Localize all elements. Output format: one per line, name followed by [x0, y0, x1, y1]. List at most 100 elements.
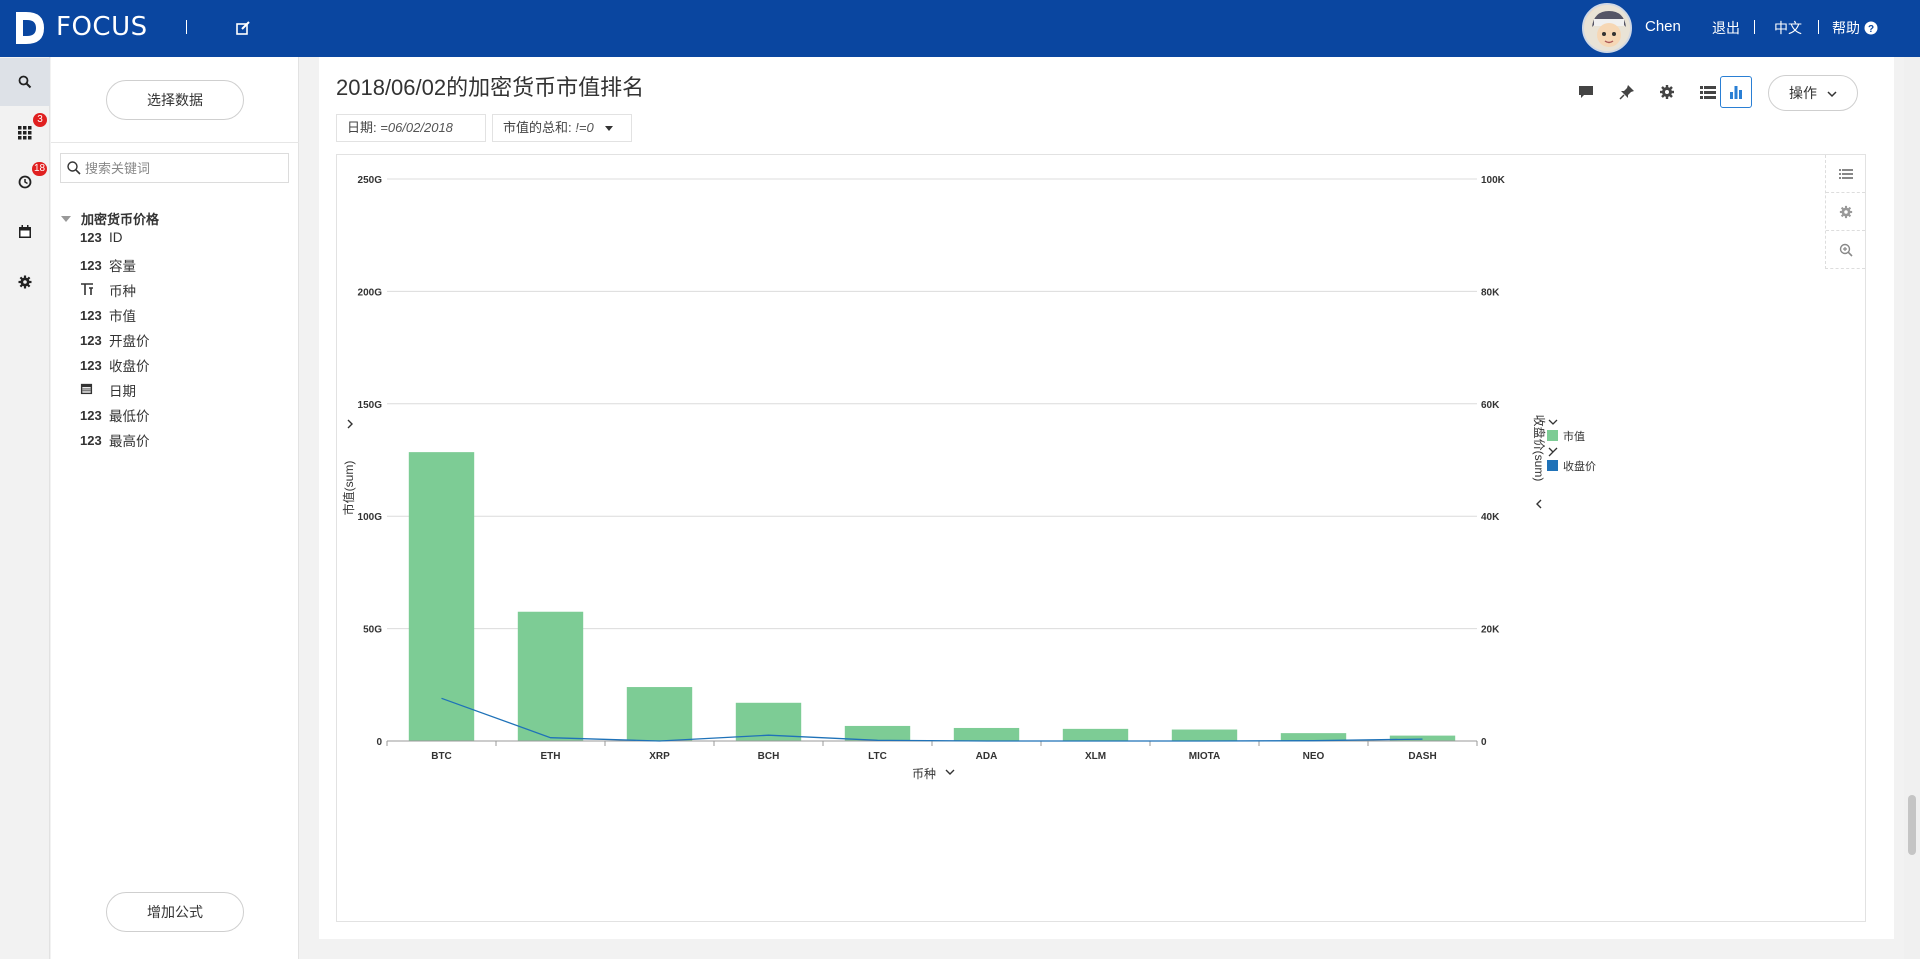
language-link[interactable]: 中文 — [1774, 18, 1802, 38]
x-tick-label: MIOTA — [1189, 751, 1220, 762]
field-label: 收盘价 — [109, 359, 150, 374]
help-label: 帮助 — [1832, 20, 1860, 36]
legend-swatch-close-price — [1547, 460, 1558, 471]
number-type-icon: 123 — [80, 432, 102, 448]
bar-eth — [517, 611, 584, 741]
x-tick-label: ADA — [976, 751, 998, 762]
zoom-button[interactable] — [1826, 231, 1865, 269]
gear-icon — [1660, 85, 1674, 99]
tree-root-crypto-price[interactable]: 加密货币价格 — [61, 209, 159, 228]
gear-icon — [18, 275, 32, 289]
comment-button[interactable] — [1572, 78, 1600, 106]
y-tick-label: 200G — [358, 287, 383, 298]
number-type-icon: 123 — [80, 230, 102, 245]
bar-dash — [1389, 735, 1456, 741]
clock-icon — [18, 175, 32, 189]
field-volume[interactable]: 123 容量 — [80, 255, 136, 275]
apps-nav[interactable]: 3 — [0, 109, 50, 157]
legend-chevron-icon — [1548, 419, 1558, 425]
x-tick-label: DASH — [1408, 751, 1436, 762]
chart-view-button[interactable] — [1720, 76, 1752, 108]
y-tick-label: 100G — [358, 512, 383, 523]
calendar-nav[interactable] — [0, 208, 50, 256]
history-nav[interactable]: 18 — [0, 158, 50, 206]
divider — [51, 142, 299, 143]
focus-logo-icon — [16, 12, 44, 44]
field-low-price[interactable]: 123 最低价 — [80, 405, 150, 425]
legend-label: 市值 — [1563, 429, 1585, 443]
x-tick-label: BCH — [758, 751, 780, 762]
bar-chart-icon — [1730, 86, 1742, 99]
y-tick-label: 0 — [376, 737, 382, 748]
topbar-divider — [186, 20, 187, 34]
y-tick-label: 250G — [358, 175, 383, 186]
field-currency[interactable]: 币种 — [80, 280, 136, 300]
scrollbar-thumb[interactable] — [1908, 795, 1916, 855]
filter-value: !=0 — [575, 120, 594, 135]
market-cap-filter-chip[interactable]: 市值的总和: !=0 — [492, 114, 632, 142]
apps-badge: 3 — [33, 113, 47, 127]
settings-button[interactable] — [1653, 78, 1681, 106]
keyword-search[interactable] — [60, 153, 289, 183]
search-icon — [18, 75, 32, 89]
top-bar: FOCUS Chen 退出 中文 帮助 ? — [0, 0, 1920, 57]
settings-nav[interactable] — [0, 258, 50, 306]
field-label: 最高价 — [109, 434, 150, 449]
operate-button[interactable]: 操作 — [1768, 75, 1858, 111]
bar-ada — [953, 727, 1020, 741]
select-data-button[interactable]: 选择数据 — [106, 80, 244, 120]
y2-tick-label: 100K — [1481, 175, 1506, 186]
close-price-line — [441, 697, 1423, 742]
field-id[interactable]: 123 ID — [80, 230, 123, 245]
field-label: 日期 — [109, 384, 136, 399]
search-nav[interactable] — [0, 58, 50, 106]
svg-text:?: ? — [1868, 24, 1874, 35]
brand-name: FOCUS — [56, 12, 148, 42]
y2-tick-label: 40K — [1481, 512, 1500, 523]
field-label: 最低价 — [109, 409, 150, 424]
pin-button[interactable] — [1613, 78, 1641, 106]
gear-icon — [1839, 205, 1852, 218]
number-type-icon: 123 — [80, 332, 102, 348]
legend-toggle-button[interactable] — [1826, 155, 1865, 193]
chart-svg: 0 0 50G 20K 100G 40K 150G 60K 200G 80K 250G 100K BTC… — [341, 175, 1596, 781]
date-filter-chip[interactable]: 日期: =06/02/2018 — [336, 114, 486, 142]
user-name[interactable]: Chen — [1645, 18, 1681, 35]
x-axis-chevron-icon — [945, 769, 955, 775]
y-tick-label: 150G — [358, 400, 383, 411]
icon-sidebar: 3 18 — [0, 57, 50, 959]
main-area: 2018/06/02的加密货币市值排名 日期: =06/02/2018 市值的总… — [299, 57, 1904, 959]
help-icon: ? — [1864, 21, 1878, 35]
table-view-button[interactable] — [1694, 78, 1722, 106]
x-tick-label: LTC — [868, 751, 887, 762]
calendar-icon — [19, 225, 31, 238]
y2-tick-label: 0 — [1481, 737, 1487, 748]
edit-icon[interactable] — [233, 18, 253, 38]
field-high-price[interactable]: 123 最高价 — [80, 430, 150, 450]
filter-label: 日期: — [347, 120, 377, 135]
y2-tick-label: 80K — [1481, 287, 1500, 298]
bar-btc — [408, 452, 475, 741]
filter-value: =06/02/2018 — [380, 120, 453, 135]
list-icon — [1838, 168, 1853, 179]
collapse-triangle-icon — [61, 215, 71, 222]
calendar-icon — [80, 382, 109, 398]
topbar-divider — [1818, 20, 1819, 34]
page-title: 2018/06/02的加密货币市值排名 — [336, 75, 645, 100]
field-date[interactable]: 日期 — [80, 380, 136, 400]
field-label: 容量 — [109, 259, 136, 274]
logout-link[interactable]: 退出 — [1712, 18, 1740, 38]
add-formula-button[interactable]: 增加公式 — [106, 892, 244, 932]
help-link[interactable]: 帮助 ? — [1832, 18, 1878, 38]
field-close-price[interactable]: 123 收盘价 — [80, 355, 150, 375]
avatar[interactable] — [1582, 3, 1632, 53]
field-label: 市值 — [109, 309, 136, 324]
field-open-price[interactable]: 123 开盘价 — [80, 330, 150, 350]
page-scrollbar[interactable] — [1904, 57, 1920, 959]
chart-settings-button[interactable] — [1826, 193, 1865, 231]
number-type-icon: 123 — [80, 307, 102, 323]
field-market-cap[interactable]: 123 市值 — [80, 305, 136, 325]
search-input[interactable] — [85, 160, 275, 176]
chart-container: 0 0 50G 20K 100G 40K 150G 60K 200G 80K 250G 100K BTC… — [336, 154, 1866, 922]
x-axis-title: 币种 — [912, 767, 936, 781]
